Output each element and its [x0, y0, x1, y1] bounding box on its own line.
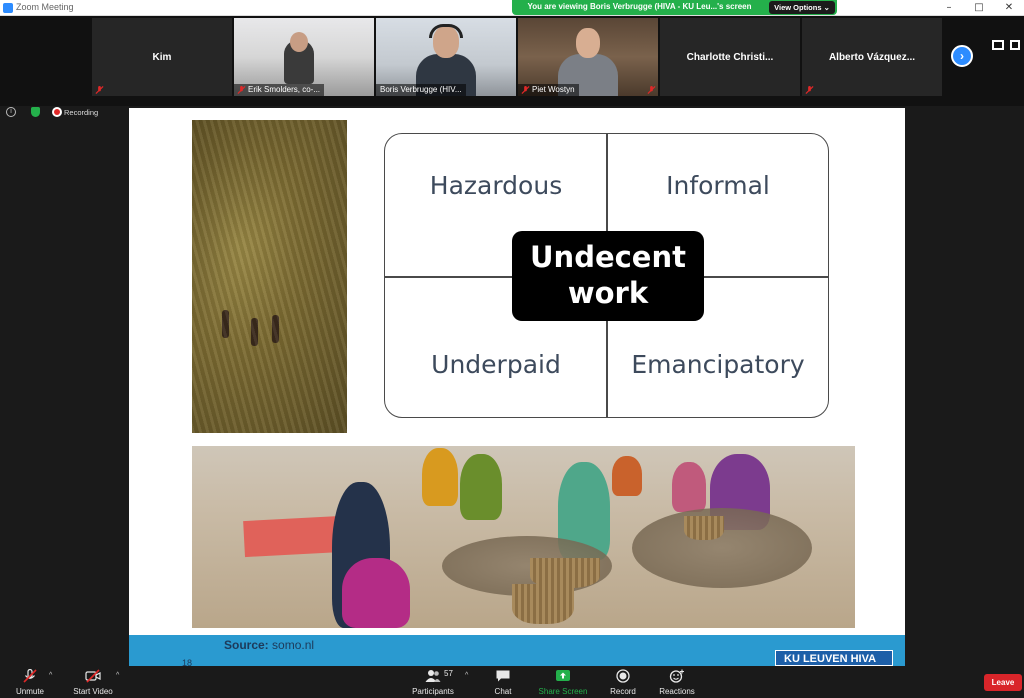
chat-label: Chat: [494, 687, 512, 696]
unmute-button[interactable]: Unmute: [8, 666, 52, 698]
record-icon: [616, 669, 630, 683]
reactions-label: Reactions: [659, 687, 695, 696]
maximize-icon[interactable]: □: [964, 0, 994, 16]
close-icon[interactable]: ✕: [994, 0, 1024, 16]
video-options-caret-icon[interactable]: ^: [116, 672, 119, 679]
view-options-button[interactable]: View Options ⌄: [769, 1, 835, 14]
participant-count: 57: [444, 669, 453, 678]
share-screen-label: Share Screen: [538, 687, 588, 696]
info-icon[interactable]: i: [6, 107, 16, 117]
participant-name: Erik Smolders, co-...: [234, 84, 325, 96]
muted-mic-icon: [95, 85, 104, 95]
headset-icon: [429, 24, 463, 38]
recording-icon: [52, 107, 62, 117]
participant-name: Boris Verbrugge (HIV...: [376, 84, 466, 96]
basket: [684, 516, 724, 540]
muted-mic-icon: [23, 669, 37, 683]
center-label-box: Undecent work: [512, 231, 704, 321]
participant-name: Alberto Vázquez...: [828, 52, 916, 63]
participants-options-caret-icon[interactable]: ^: [465, 672, 468, 679]
share-banner-message: You are viewing Boris Verbrugge (HIVA - …: [527, 2, 752, 11]
participant-tile[interactable]: Piet Wostyn: [518, 18, 658, 96]
person-figure: [422, 448, 458, 506]
participant-video-face: [576, 28, 600, 58]
person-figure: [460, 454, 502, 520]
participant-tile[interactable]: Charlotte Christi...: [660, 18, 800, 96]
start-video-button[interactable]: Start Video: [66, 666, 120, 698]
leave-button[interactable]: Leave: [984, 674, 1022, 691]
children-mica-photo: [192, 446, 855, 628]
participant-tile[interactable]: Alberto Vázquez...: [802, 18, 942, 96]
child-figure: [342, 558, 410, 628]
participant-name: Charlotte Christi...: [686, 52, 774, 63]
record-label: Record: [610, 687, 636, 696]
center-label-line1: Undecent: [530, 240, 686, 274]
basket: [530, 558, 600, 588]
participant-name: Kim: [152, 52, 172, 63]
muted-mic-icon: [237, 85, 246, 95]
share-screen-icon: [556, 670, 570, 681]
muted-mic-icon: [805, 85, 814, 95]
zoom-window: Zoom Meeting – □ ✕ You are viewing Boris…: [0, 0, 1024, 698]
basket: [512, 584, 574, 624]
participant-tile-active[interactable]: Boris Verbrugge (HIV...: [376, 18, 516, 96]
fullscreen-icon[interactable]: [1010, 40, 1020, 50]
person-figure: [672, 462, 706, 512]
muted-mic-icon: [647, 85, 656, 95]
undecent-work-quadrant: Hazardous Informal Underpaid Emancipator…: [384, 133, 829, 418]
slide-source: Source: somo.nl: [224, 638, 314, 652]
layout-icon[interactable]: [992, 40, 1004, 50]
worker-figure: [272, 315, 279, 343]
participants-button[interactable]: 57 Participants: [405, 666, 461, 698]
slide-page-number: 18: [182, 658, 193, 666]
chat-button[interactable]: Chat: [482, 666, 524, 698]
participant-tile[interactable]: Erik Smolders, co-...: [234, 18, 374, 96]
start-video-label: Start Video: [73, 687, 113, 696]
source-label: Source:: [224, 638, 269, 652]
cliff-mining-photo: [192, 120, 347, 433]
audio-options-caret-icon[interactable]: ^: [49, 672, 52, 679]
person-figure: [612, 456, 642, 496]
minimize-icon[interactable]: –: [934, 0, 964, 16]
worker-figure: [222, 310, 229, 338]
muted-mic-icon: [521, 85, 530, 95]
participant-video-face: [290, 32, 308, 52]
meeting-toolbar: Unmute ^ Start Video ^ 57 Participants ^…: [0, 666, 1024, 698]
participants-icon: [425, 670, 441, 682]
chevron-right-icon: ›: [960, 49, 964, 63]
quadrant-emancipatory: Emancipatory: [631, 350, 805, 379]
zoom-logo-icon: [3, 3, 13, 13]
window-title: Zoom Meeting: [16, 2, 74, 12]
reactions-button[interactable]: Reactions: [652, 666, 702, 698]
share-screen-button[interactable]: Share Screen: [534, 666, 592, 698]
shared-screen-slide: Hazardous Informal Underpaid Emancipator…: [129, 108, 905, 666]
participant-tile[interactable]: Kim: [92, 18, 232, 96]
record-button[interactable]: Record: [602, 666, 644, 698]
video-off-icon: [85, 669, 101, 683]
quadrant-informal: Informal: [666, 171, 770, 200]
worker-figure: [251, 318, 258, 346]
reactions-icon: [669, 669, 684, 683]
next-participants-button[interactable]: ›: [951, 45, 973, 67]
participants-label: Participants: [412, 687, 454, 696]
quadrant-hazardous: Hazardous: [429, 171, 563, 200]
screen-share-banner: You are viewing Boris Verbrugge (HIVA - …: [512, 0, 837, 15]
ku-leuven-logo: KU LEUVEN HIVA: [775, 650, 893, 666]
view-options-label: View Options: [774, 3, 822, 12]
chat-icon: [496, 670, 510, 682]
quadrant-underpaid: Underpaid: [431, 350, 561, 379]
unmute-label: Unmute: [15, 687, 44, 696]
source-value: somo.nl: [272, 638, 315, 652]
shield-icon[interactable]: [31, 107, 40, 117]
recording-label: Recording: [64, 108, 99, 117]
center-label-line2: work: [567, 276, 649, 310]
